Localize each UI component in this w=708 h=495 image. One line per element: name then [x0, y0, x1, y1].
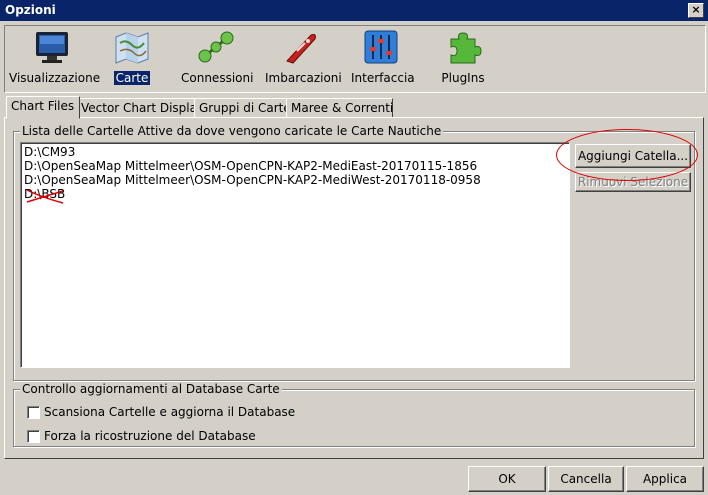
chart-dirs-group: Lista delle Cartelle Attive da dove veng… [13, 124, 695, 381]
tab-gruppi-di-carte[interactable]: Gruppi di Carte [194, 98, 291, 118]
scan-checkbox[interactable] [27, 406, 40, 419]
toolbar-label: Visualizzazione [9, 71, 101, 85]
close-button[interactable]: × [688, 3, 704, 18]
db-update-group: Controllo aggiornamenti al Database Cart… [13, 382, 695, 447]
rebuild-checkbox-label: Forza la ricostruzione del Database [44, 429, 256, 443]
monitor-icon [32, 29, 72, 65]
toolbar-item-plugins[interactable]: PlugIns [433, 29, 493, 89]
sliders-icon [361, 29, 401, 65]
chart-dirs-list[interactable]: D:\CM93 D:\OpenSeaMap Mittelmeer\OSM-Ope… [20, 142, 570, 368]
apply-button[interactable]: Applica [626, 466, 704, 492]
tab-maree-correnti[interactable]: Maree & Correnti [286, 98, 393, 118]
toolbar-label: PlugIns [441, 71, 485, 85]
remove-selection-button[interactable]: Rimuovi Selezione [575, 172, 691, 192]
boat-icon [281, 29, 321, 65]
toolbar-item-imbarcazioni[interactable]: Imbarcazioni [263, 29, 342, 89]
toolbar-item-visualizzazione[interactable]: Visualizzazione [7, 29, 100, 89]
cancel-button[interactable]: Cancella [548, 466, 624, 492]
chart-map-icon [112, 29, 152, 65]
toolbar-item-connessioni[interactable]: Connessioni [179, 29, 253, 89]
list-item[interactable]: D:\CM93 [24, 145, 75, 159]
ok-button[interactable]: OK [468, 466, 546, 492]
title-bar: Opzioni × [0, 0, 708, 21]
toolbar-item-carte[interactable]: Carte [105, 29, 159, 89]
rebuild-checkbox[interactable] [27, 430, 40, 443]
list-item[interactable]: D:\BSB [24, 187, 65, 201]
toolbar-item-interfaccia[interactable]: Interfaccia [349, 29, 415, 89]
toolbar-label: Interfaccia [351, 71, 415, 85]
puzzle-icon [443, 29, 483, 65]
toolbar-label: Imbarcazioni [265, 71, 342, 85]
list-item[interactable]: D:\OpenSeaMap Mittelmeer\OSM-OpenCPN-KAP… [24, 173, 481, 187]
toolbar-label: Connessioni [181, 71, 254, 85]
tab-vector-chart-display[interactable]: Vector Chart Display [76, 98, 204, 118]
toolbar-label: Carte [113, 71, 151, 85]
tab-chart-files[interactable]: Chart Files [6, 96, 80, 119]
chart-files-panel: Lista delle Cartelle Attive da dove veng… [4, 117, 704, 459]
options-toolbar: Visualizzazione Carte Connessioni Imbarc… [4, 25, 706, 93]
connections-icon [196, 29, 236, 65]
window-title: Opzioni [5, 3, 56, 17]
db-update-group-title: Controllo aggiornamenti al Database Cart… [20, 382, 282, 396]
add-folder-button[interactable]: Aggiungi Catella... [575, 144, 691, 168]
chart-dirs-group-title: Lista delle Cartelle Attive da dove veng… [20, 124, 444, 138]
scan-checkbox-label: Scansiona Cartelle e aggiorna il Databas… [44, 405, 296, 419]
list-item[interactable]: D:\OpenSeaMap Mittelmeer\OSM-OpenCPN-KAP… [24, 159, 477, 173]
